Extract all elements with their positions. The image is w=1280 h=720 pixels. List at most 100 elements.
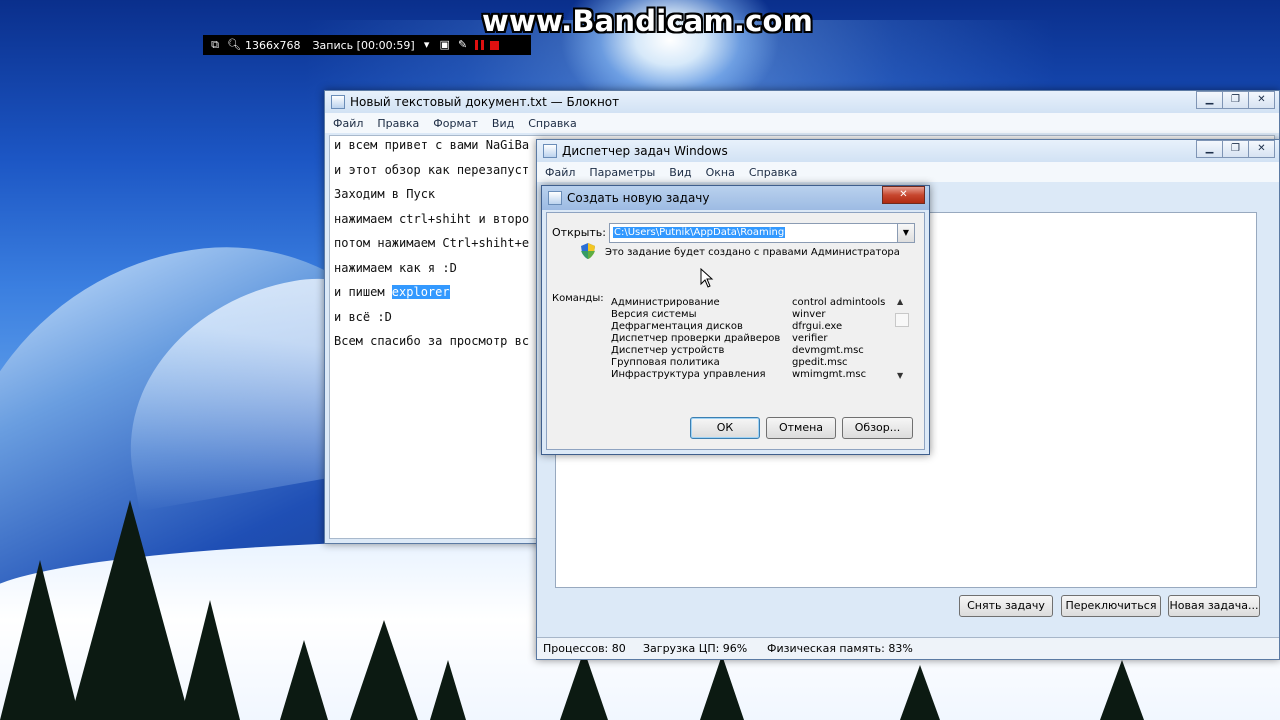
pine-tree [900, 665, 940, 720]
notepad-caption-buttons: ▁ ❐ ✕ [1196, 91, 1275, 109]
open-combobox[interactable]: C:\Users\Putnik\AppData\Roaming ▼ [609, 223, 915, 243]
close-button[interactable]: ✕ [1248, 140, 1275, 158]
cpu-usage: Загрузка ЦП: 96% [643, 642, 748, 655]
text-line: Заходим в Пуск [334, 187, 436, 201]
menu-view[interactable]: Вид [669, 166, 691, 179]
process-count: Процессов: 80 [543, 642, 626, 655]
pine-tree [700, 655, 744, 720]
run-icon [548, 191, 562, 205]
stop-record-icon[interactable] [489, 40, 499, 50]
scroll-up-icon[interactable]: ▲ [897, 297, 903, 306]
recording-toolbar: ⧉ 🔍︎ 1366x768 Запись [00:00:59] ▾ ▣ ✎ [203, 35, 531, 55]
pine-tree [180, 600, 240, 720]
text-line: Всем спасибо за просмотр вс [334, 334, 530, 348]
capture-resolution: 1366x768 [245, 38, 301, 52]
taskmgr-menubar: Файл Параметры Вид Окна Справка [537, 162, 1279, 182]
window-mode-icon[interactable]: ⧉ [209, 39, 221, 51]
pine-tree [430, 660, 466, 720]
open-path-value: C:\Users\Putnik\AppData\Roaming [613, 227, 786, 238]
mouse-pointer-icon [700, 268, 714, 288]
menu-file[interactable]: Файл [333, 117, 363, 130]
camera-icon[interactable]: ▣ [439, 39, 451, 51]
text-line: потом нажимаем Ctrl+shiht+e [334, 236, 530, 250]
command-value: gpedit.msc [792, 357, 848, 368]
list-item[interactable]: Инфраструктура управления wmimgmt.msc [611, 369, 911, 381]
menu-help[interactable]: Справка [749, 166, 797, 179]
command-value: winver [792, 309, 826, 320]
pine-tree [560, 650, 608, 720]
text-line: и этот обзор как перезапуст [334, 163, 530, 177]
memory-usage: Физическая память: 83% [767, 642, 913, 655]
menu-windows[interactable]: Окна [706, 166, 735, 179]
pencil-icon[interactable]: ✎ [457, 39, 469, 51]
pause-icon[interactable] [474, 40, 484, 50]
dialog-caption-buttons: ✕ [882, 186, 925, 204]
menu-file[interactable]: Файл [545, 166, 575, 179]
command-value: control admintools [792, 297, 886, 308]
list-item[interactable]: Дефрагментация дисков dfrgui.exe [611, 321, 911, 333]
chevron-down-icon[interactable]: ▼ [897, 224, 914, 242]
list-item[interactable]: Диспетчер проверки драйверов verifier [611, 333, 911, 345]
create-task-dialog: Создать новую задачу ✕ Открыть: C:\Users… [541, 185, 930, 455]
command-name: Групповая политика [611, 357, 720, 368]
notepad-title: Новый текстовый документ.txt — Блокнот [350, 95, 620, 109]
text-line: и всё :D [334, 310, 392, 324]
ok-button[interactable]: ОК [690, 417, 760, 439]
command-name: Администрирование [611, 297, 720, 308]
new-task-button[interactable]: Новая задача... [1168, 595, 1260, 617]
command-name: Версия системы [611, 309, 697, 320]
uac-shield-icon [581, 243, 595, 259]
pine-tree [1100, 660, 1144, 720]
selected-text: explorer [391, 285, 450, 299]
browse-button[interactable]: Обзор... [842, 417, 913, 439]
scroll-down-icon[interactable]: ▼ [897, 371, 903, 380]
menu-view[interactable]: Вид [492, 117, 514, 130]
list-item[interactable]: Версия системы winver [611, 309, 911, 321]
command-value: devmgmt.msc [792, 345, 864, 356]
maximize-button[interactable]: ❐ [1222, 91, 1249, 109]
taskmgr-title: Диспетчер задач Windows [562, 144, 728, 158]
pine-tree [350, 620, 418, 720]
list-item[interactable]: Групповая политика gpedit.msc [611, 357, 911, 369]
dialog-titlebar[interactable]: Создать новую задачу [542, 186, 929, 210]
taskmgr-titlebar[interactable]: Диспетчер задач Windows [537, 140, 1279, 162]
scrollbar-thumb[interactable] [895, 313, 909, 327]
menu-options[interactable]: Параметры [589, 166, 655, 179]
pine-tree [280, 640, 328, 720]
menu-edit[interactable]: Правка [377, 117, 419, 130]
recording-status: Запись [00:00:59] [312, 38, 415, 52]
chevron-down-icon[interactable]: ▾ [421, 39, 433, 51]
command-value: dfrgui.exe [792, 321, 843, 332]
task-manager-icon [543, 144, 557, 158]
admin-note: Это задание будет создано с правами Адми… [605, 247, 900, 258]
end-task-button[interactable]: Снять задачу [959, 595, 1053, 617]
cancel-button[interactable]: Отмена [766, 417, 836, 439]
notepad-menubar: Файл Правка Формат Вид Справка [325, 113, 1279, 133]
taskmgr-statusbar: Процессов: 80 Загрузка ЦП: 96% Физическа… [537, 637, 1279, 659]
minimize-button[interactable]: ▁ [1196, 91, 1223, 109]
menu-format[interactable]: Формат [433, 117, 478, 130]
text-line: нажимаем ctrl+shiht и второ [334, 212, 530, 226]
text-line: нажимаем как я :D [334, 261, 457, 275]
command-name: Диспетчер проверки драйверов [611, 333, 781, 344]
open-label: Открыть: [552, 226, 606, 239]
dialog-title: Создать новую задачу [567, 191, 710, 205]
maximize-button[interactable]: ❐ [1222, 140, 1249, 158]
commands-list[interactable]: Администрирование control admintools Верс… [611, 297, 915, 383]
command-name: Дефрагментация дисков [611, 321, 743, 332]
dialog-body: Открыть: C:\Users\Putnik\AppData\Roaming… [546, 212, 925, 450]
text-line: и пишем explorer [334, 285, 450, 299]
close-button[interactable]: ✕ [1248, 91, 1275, 109]
menu-help[interactable]: Справка [528, 117, 576, 130]
close-button[interactable]: ✕ [882, 186, 925, 204]
text-line-prefix: и пишем [334, 285, 392, 299]
notepad-titlebar[interactable]: Новый текстовый документ.txt — Блокнот [325, 91, 1279, 113]
zoom-icon[interactable]: 🔍︎ [227, 39, 241, 51]
list-item[interactable]: Администрирование control admintools [611, 297, 911, 309]
command-name: Инфраструктура управления [611, 369, 766, 380]
list-item[interactable]: Диспетчер устройств devmgmt.msc [611, 345, 911, 357]
minimize-button[interactable]: ▁ [1196, 140, 1223, 158]
taskmgr-caption-buttons: ▁ ❐ ✕ [1196, 140, 1275, 158]
switch-to-button[interactable]: Переключиться [1061, 595, 1161, 617]
pine-tree [0, 560, 80, 720]
